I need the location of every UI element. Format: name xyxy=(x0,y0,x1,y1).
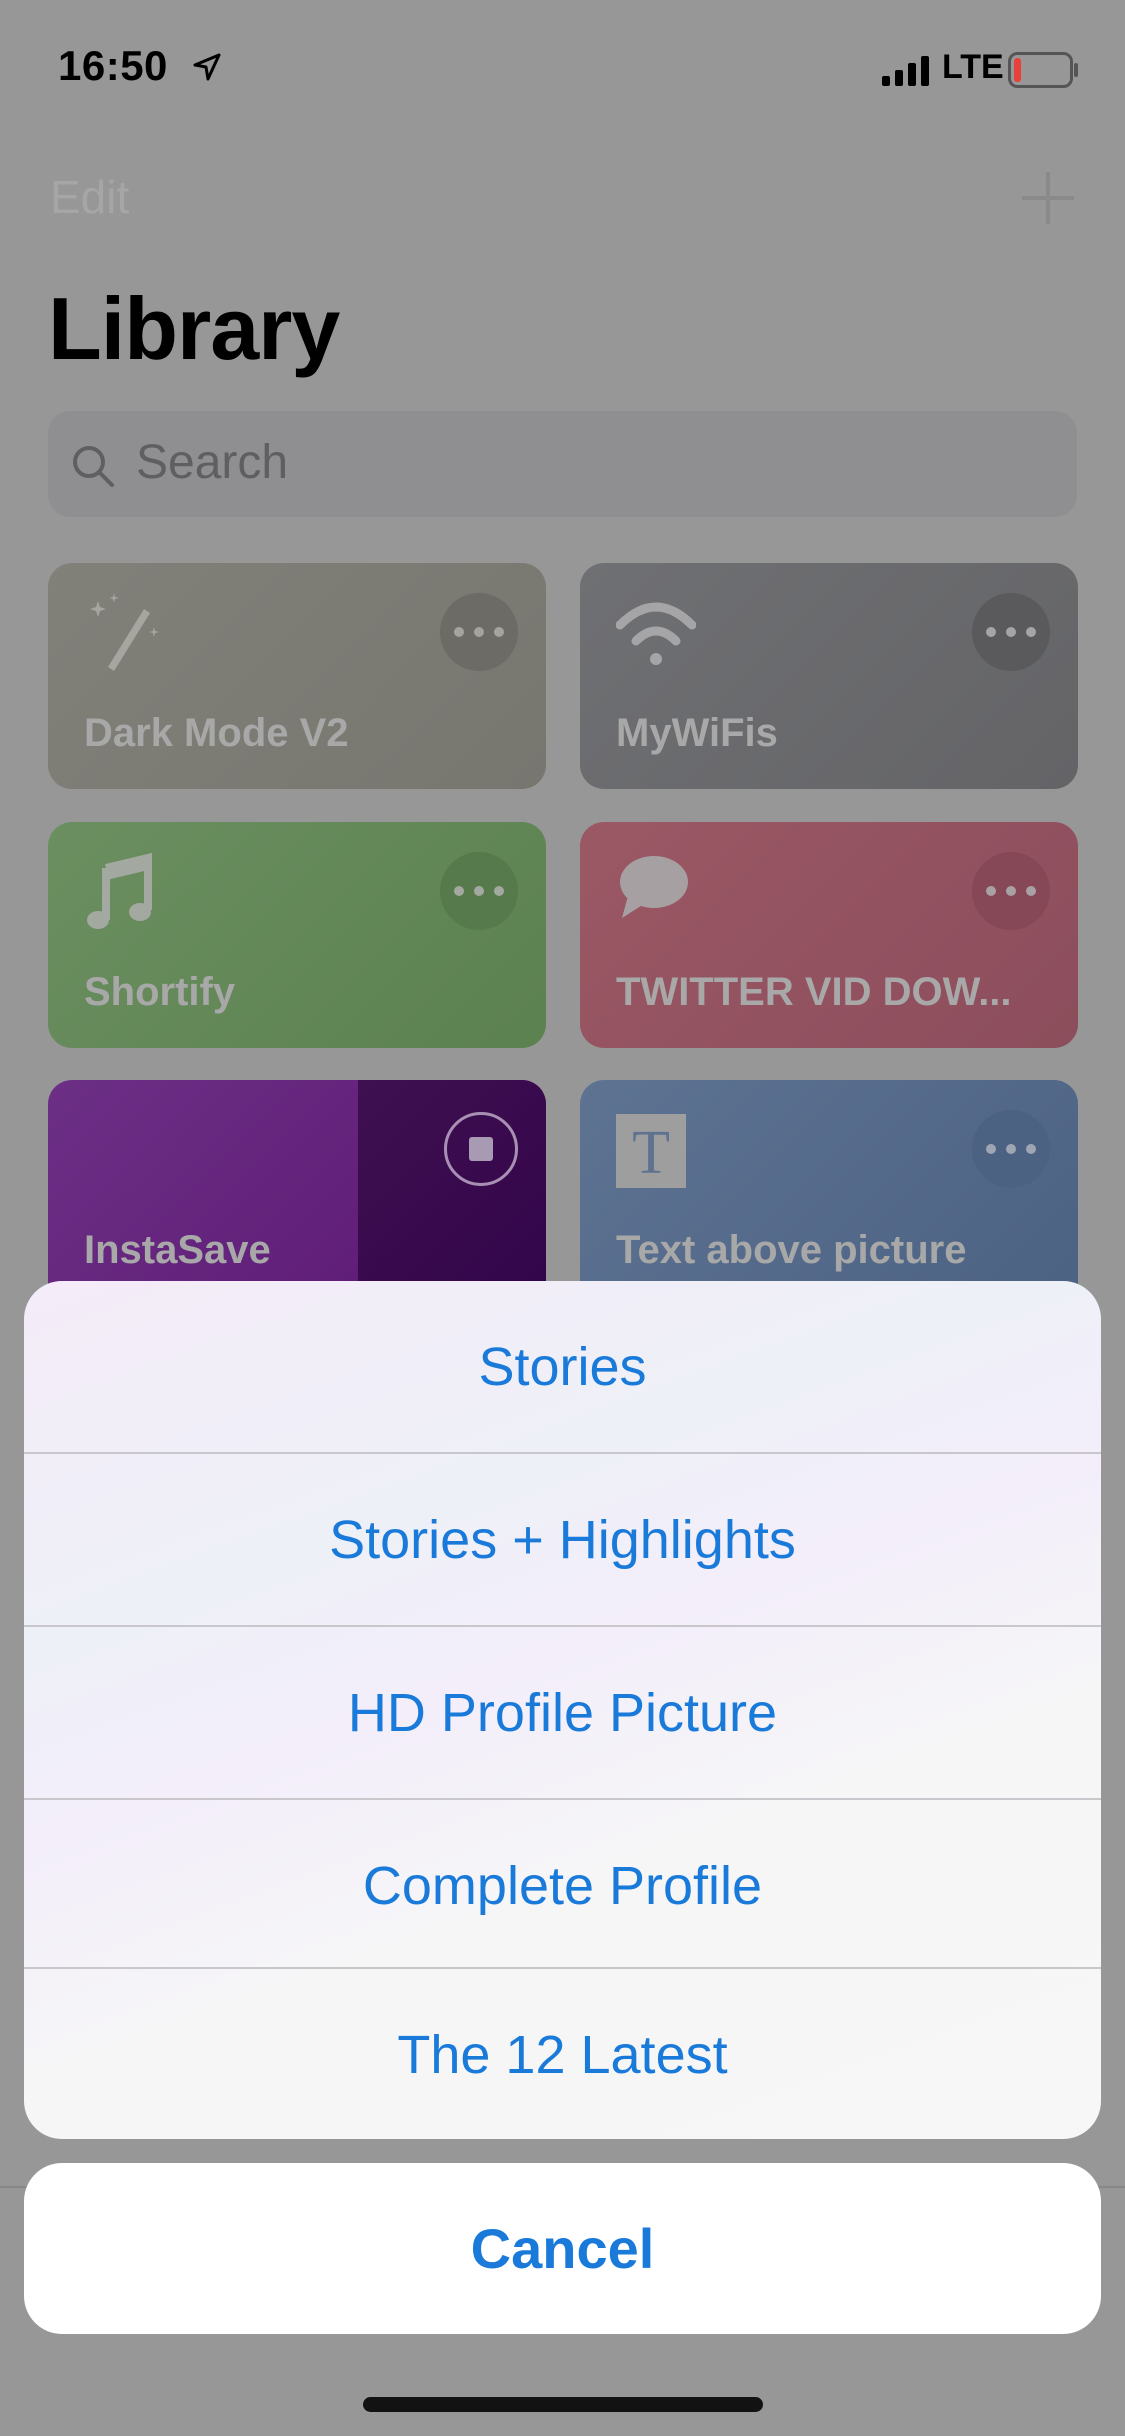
shortcut-tile-instasave[interactable]: InstaSave xyxy=(48,1080,546,1306)
location-arrow-icon xyxy=(193,53,221,81)
run-progress-overlay xyxy=(358,1080,546,1306)
shortcut-tile-shortify[interactable]: Shortify xyxy=(48,822,546,1048)
more-icon xyxy=(986,627,1036,637)
action-option-complete-profile[interactable]: Complete Profile xyxy=(24,1800,1101,1971)
shortcut-tile-text-above-picture[interactable]: T Text above picture xyxy=(580,1080,1078,1306)
status-bar: 16:50 LTE xyxy=(0,0,1125,140)
search-input[interactable]: Search xyxy=(48,411,1077,517)
shortcut-name: Dark Mode V2 xyxy=(84,711,349,755)
more-icon xyxy=(986,1144,1036,1154)
plus-icon[interactable] xyxy=(1020,170,1076,226)
page-title: Library xyxy=(48,279,340,378)
action-option-stories[interactable]: Stories xyxy=(24,1281,1101,1452)
more-button[interactable] xyxy=(440,593,518,671)
network-type: LTE xyxy=(942,48,1004,86)
more-icon xyxy=(986,886,1036,896)
shortcut-tile-twitter-vid-download[interactable]: TWITTER VID DOW... xyxy=(580,822,1078,1048)
action-sheet: Stories Stories + Highlights HD Profile … xyxy=(24,1281,1101,2139)
music-note-icon xyxy=(87,852,152,929)
edit-button[interactable]: Edit xyxy=(50,170,129,224)
battery-low-icon xyxy=(1008,52,1078,88)
more-icon xyxy=(454,886,504,896)
more-button[interactable] xyxy=(972,852,1050,930)
speech-bubble-icon xyxy=(620,856,688,918)
action-option-12-latest[interactable]: The 12 Latest xyxy=(24,1969,1101,2139)
shortcut-name: Shortify xyxy=(84,970,236,1014)
text-t-icon: T xyxy=(616,1114,686,1188)
home-indicator[interactable] xyxy=(363,2397,763,2412)
stop-icon xyxy=(469,1137,493,1161)
shortcut-tile-dark-mode[interactable]: Dark Mode V2 xyxy=(48,563,546,789)
cancel-button[interactable]: Cancel xyxy=(24,2163,1101,2334)
shortcut-name: TWITTER VID DOW... xyxy=(616,970,1012,1014)
shortcut-name: MyWiFis xyxy=(616,711,778,755)
shortcut-tile-mywifis[interactable]: MyWiFis xyxy=(580,563,1078,789)
more-button[interactable] xyxy=(972,593,1050,671)
magic-wand-icon xyxy=(90,593,159,671)
cellular-signal-icon xyxy=(882,56,929,86)
more-icon xyxy=(454,627,504,637)
more-button[interactable] xyxy=(972,1110,1050,1188)
search-placeholder: Search xyxy=(136,436,289,489)
shortcut-name: Text above picture xyxy=(616,1228,967,1272)
action-option-hd-profile-picture[interactable]: HD Profile Picture xyxy=(24,1627,1101,1798)
stop-button[interactable] xyxy=(444,1112,518,1186)
status-time: 16:50 xyxy=(58,42,168,89)
magnifier-icon xyxy=(73,446,114,487)
wifi-icon xyxy=(616,602,696,665)
more-button[interactable] xyxy=(440,852,518,930)
action-option-stories-highlights[interactable]: Stories + Highlights xyxy=(24,1454,1101,1625)
shortcut-name: InstaSave xyxy=(84,1228,271,1272)
